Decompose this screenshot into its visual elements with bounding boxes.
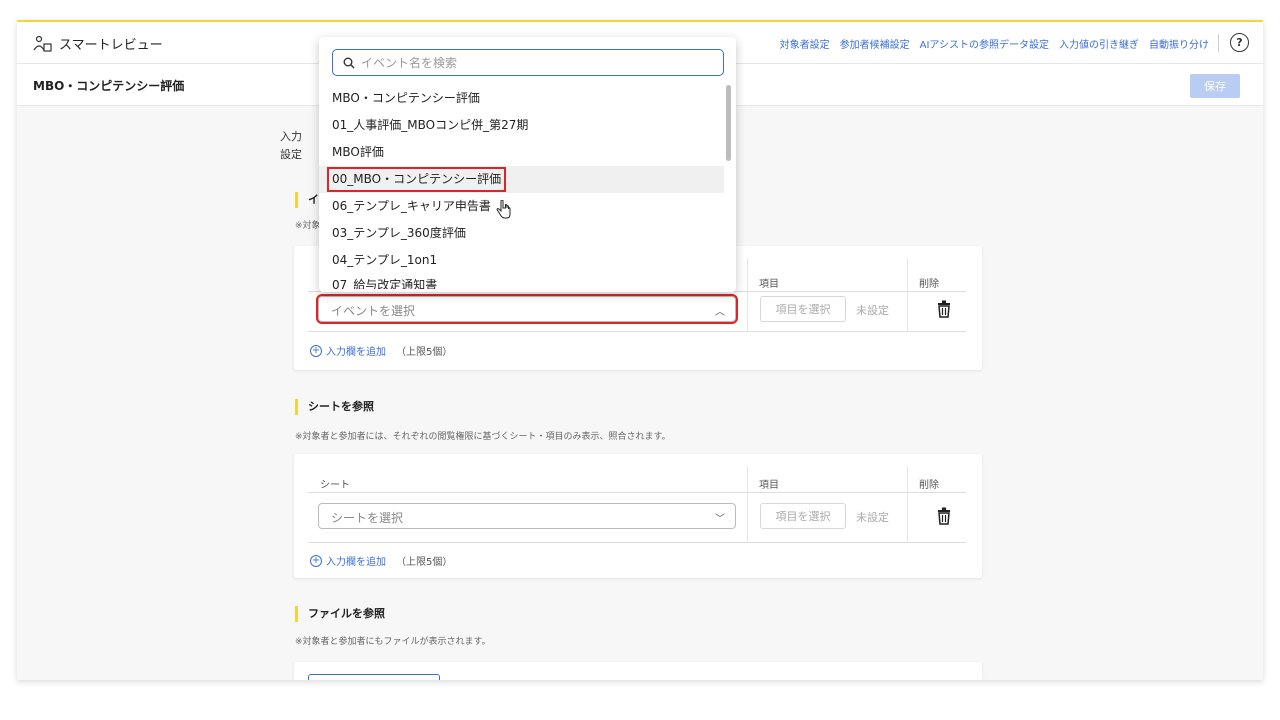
event-select[interactable]: イベントを選択 ︿ xyxy=(316,294,738,324)
nav-auto-assign[interactable]: 自動振り分け xyxy=(1149,36,1209,51)
app-logo[interactable]: スマートレビュー xyxy=(33,34,163,53)
divider xyxy=(1218,34,1219,52)
col-header-delete: 削除 xyxy=(919,279,939,290)
top-nav: 対象者設定 参加者候補設定 AIアシストの参照データ設定 入力値の引き継ぎ 自動… xyxy=(780,36,1209,51)
app-window: スマートレビュー 対象者設定 参加者候補設定 AIアシストの参照データ設定 入力… xyxy=(17,20,1263,680)
event-option-hovered[interactable]: 00_MBO・コンピテンシー評価 xyxy=(319,166,724,193)
col-header-item: 項目 xyxy=(759,480,779,491)
event-select-placeholder: イベントを選択 xyxy=(331,304,416,318)
nav-participant-candidates[interactable]: 参加者候補設定 xyxy=(840,36,910,51)
search-icon xyxy=(343,57,355,68)
event-option-list: MBO・コンピテンシー評価 01_人事評価_MBOコンピ併_第27期 MBO評価… xyxy=(319,85,724,289)
event-item-unset: 未設定 xyxy=(856,304,889,317)
app-name: スマートレビュー xyxy=(59,38,163,53)
event-option[interactable]: 04_テンプレ_1on1 xyxy=(319,247,724,274)
nav-ai-assist-reference[interactable]: AIアシストの参照データ設定 xyxy=(920,36,1049,51)
sheet-select[interactable]: シートを選択 ﹀ xyxy=(318,503,736,529)
event-add-row-link[interactable]: + 入力欄を追加 （上限5個） xyxy=(310,343,452,358)
save-button[interactable]: 保存 xyxy=(1190,74,1240,98)
intro-line-2: 設定 xyxy=(280,148,302,161)
plus-circle-icon: + xyxy=(310,344,322,357)
add-row-label: 入力欄を追加 xyxy=(326,557,386,568)
file-upload-button[interactable] xyxy=(308,674,440,680)
event-section-note: ※対象 xyxy=(295,221,321,231)
event-option-label: 00_MBO・コンピテンシー評価 xyxy=(326,167,507,192)
event-option[interactable]: 06_テンプレ_キャリア申告書 xyxy=(319,193,724,220)
sheet-item-select-button[interactable]: 項目を選択 xyxy=(760,503,846,529)
dropdown-scrollbar[interactable] xyxy=(726,85,731,161)
nav-target-settings[interactable]: 対象者設定 xyxy=(780,36,830,51)
people-icon xyxy=(33,35,52,52)
col-header-delete: 削除 xyxy=(919,480,939,491)
plus-circle-icon: + xyxy=(310,554,322,567)
chevron-up-icon: ︿ xyxy=(715,307,725,318)
sheet-section-title: シートを参照 xyxy=(295,399,374,415)
file-reference-card xyxy=(294,662,982,680)
trash-icon[interactable] xyxy=(936,507,952,525)
intro-line-1: 入力 xyxy=(280,130,302,143)
add-row-limit: （上限5個） xyxy=(396,347,453,358)
sheet-add-row-link[interactable]: + 入力欄を追加 （上限5個） xyxy=(310,553,452,568)
event-option[interactable]: 01_人事評価_MBOコンピ併_第27期 xyxy=(319,112,724,139)
event-item-select-button[interactable]: 項目を選択 xyxy=(760,296,846,322)
event-section-title: イ xyxy=(295,192,319,208)
help-icon[interactable]: ? xyxy=(1230,33,1249,52)
trash-icon[interactable] xyxy=(936,300,952,318)
event-option[interactable]: 07_給与改定通知書 xyxy=(319,274,724,289)
chevron-down-icon: ﹀ xyxy=(715,514,725,525)
sheet-section-note: ※対象者と参加者には、それぞれの閲覧権限に基づくシート・項目のみ表示、照合されま… xyxy=(295,432,671,442)
add-row-label: 入力欄を追加 xyxy=(326,347,386,358)
col-header-item: 項目 xyxy=(759,279,779,290)
event-dropdown: MBO・コンピテンシー評価 01_人事評価_MBOコンピ併_第27期 MBO評価… xyxy=(319,37,736,292)
sheet-select-placeholder: シートを選択 xyxy=(331,511,404,525)
event-search-input[interactable] xyxy=(361,55,701,70)
file-section-title: ファイルを参照 xyxy=(295,606,385,622)
event-search-box[interactable] xyxy=(332,49,724,76)
sheet-item-unset: 未設定 xyxy=(856,511,889,524)
page-title: MBO・コンピテンシー評価 xyxy=(33,79,185,93)
file-section-note: ※対象者と参加者にもファイルが表示されます。 xyxy=(295,637,491,647)
nav-value-carryover[interactable]: 入力値の引き継ぎ xyxy=(1059,36,1139,51)
event-option[interactable]: MBO・コンピテンシー評価 xyxy=(319,85,724,112)
col-header-sheet: シート xyxy=(320,480,350,491)
event-option[interactable]: 03_テンプレ_360度評価 xyxy=(319,220,724,247)
sheet-reference-card: シート 項目 削除 シートを選択 ﹀ 項目を選択 未設定 + 入力欄を追加 （上… xyxy=(294,454,982,578)
event-option[interactable]: MBO評価 xyxy=(319,139,724,166)
add-row-limit: （上限5個） xyxy=(396,557,453,568)
hand-cursor-icon xyxy=(496,200,511,219)
